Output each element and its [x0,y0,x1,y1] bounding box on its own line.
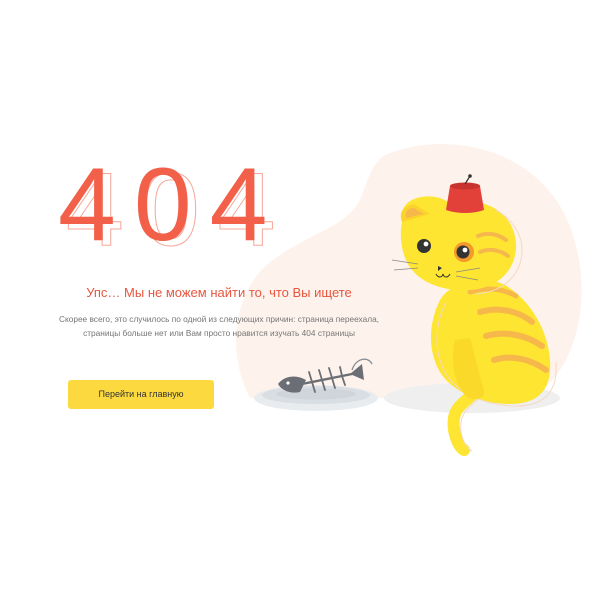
fish-bone-icon [278,358,373,393]
fez-hat-icon [446,174,484,213]
error-page: 404 404 Упс… Мы не можем найти то, что В… [0,0,600,600]
plate-icon [254,385,378,411]
cat-illustration [254,174,560,456]
